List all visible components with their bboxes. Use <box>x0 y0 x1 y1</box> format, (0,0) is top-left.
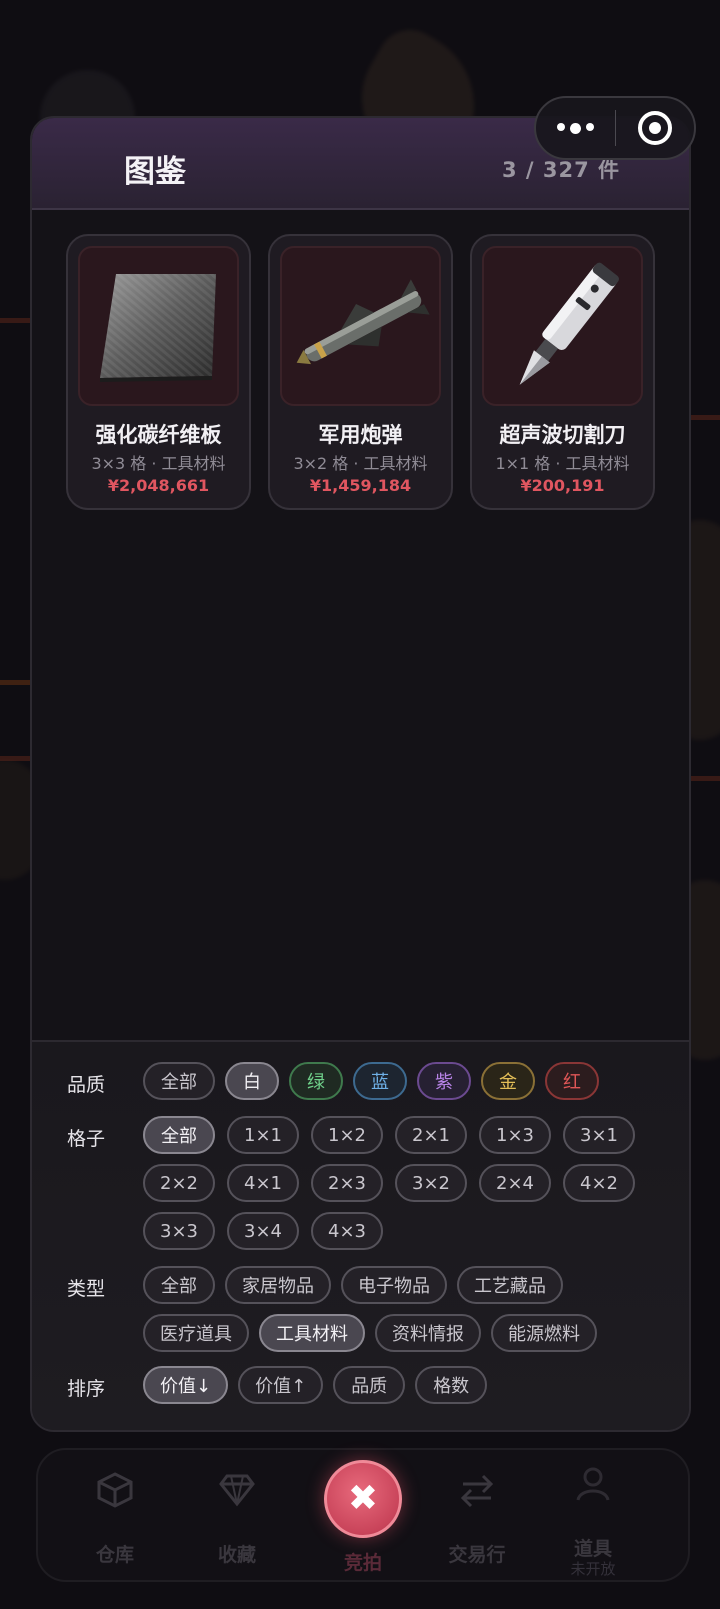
close-miniprogram-icon[interactable] <box>616 111 695 145</box>
grid-chip-4x1[interactable]: 4×1 <box>227 1164 299 1202</box>
filter-label-grid: 格子 <box>67 1128 106 1150</box>
item-name: 强化碳纤维板 <box>95 423 222 447</box>
item-card[interactable]: 强化碳纤维板 3×3 格 · 工具材料 ¥2,048,661 <box>66 234 251 510</box>
grid-chip-1x3[interactable]: 1×3 <box>479 1116 551 1154</box>
grid-chip-2x2[interactable]: 2×2 <box>143 1164 215 1202</box>
grid-chip-4x3[interactable]: 4×3 <box>311 1212 383 1250</box>
type-chips: 全部 家居物品 电子物品 工艺藏品 医疗道具 工具材料 资料情报 能源燃料 <box>143 1266 653 1352</box>
grid-chip-2x4[interactable]: 2×4 <box>479 1164 551 1202</box>
item-price: ¥1,459,184 <box>309 476 412 495</box>
sort-chip-size[interactable]: 格数 <box>415 1366 488 1404</box>
nav-trade[interactable]: 交易行 <box>422 1450 532 1584</box>
exchange-icon <box>460 1474 494 1508</box>
type-chip-electronics[interactable]: 电子物品 <box>341 1266 447 1304</box>
carbon-plate-icon <box>78 246 239 406</box>
grid-chip-4x2[interactable]: 4×2 <box>563 1164 635 1202</box>
quality-chip-red[interactable]: 红 <box>545 1062 599 1100</box>
sort-chip-quality[interactable]: 品质 <box>333 1366 406 1404</box>
missile-icon <box>280 246 441 406</box>
quality-chips: 全部 白 绿 蓝 紫 金 红 <box>143 1062 653 1100</box>
grid-chip-3x3[interactable]: 3×3 <box>143 1212 215 1250</box>
user-icon <box>576 1467 610 1501</box>
sort-chip-value-desc[interactable]: 价值↓ <box>143 1366 229 1404</box>
page-title: 图鉴 <box>124 154 186 190</box>
sort-chips: 价值↓ 价值↑ 品质 格数 <box>143 1366 653 1404</box>
type-chip-intel[interactable]: 资料情报 <box>375 1314 481 1352</box>
quality-chip-all[interactable]: 全部 <box>143 1062 215 1100</box>
filter-label-quality: 品质 <box>67 1074 106 1096</box>
close-auction-button[interactable]: ✖ <box>324 1460 402 1538</box>
nav-collection[interactable]: 收藏 <box>182 1450 292 1584</box>
quality-chip-blue[interactable]: 蓝 <box>353 1062 407 1100</box>
nav-label-trade: 交易行 <box>448 1544 506 1566</box>
more-options-icon[interactable] <box>536 122 615 134</box>
item-meta: 1×1 格 · 工具材料 <box>495 454 630 473</box>
ultrasonic-cutter-icon <box>482 246 643 406</box>
nav-label-collection: 收藏 <box>217 1544 256 1566</box>
item-meta: 3×2 格 · 工具材料 <box>293 454 428 473</box>
nav-label-items: 道具 <box>573 1538 612 1560</box>
nav-label-warehouse: 仓库 <box>95 1544 134 1566</box>
item-grid: 强化碳纤维板 3×3 格 · 工具材料 ¥2,048,661 军用炮弹 3×2 … <box>66 234 666 510</box>
grid-chip-1x1[interactable]: 1×1 <box>227 1116 299 1154</box>
grid-chip-2x3[interactable]: 2×3 <box>311 1164 383 1202</box>
type-chip-household[interactable]: 家居物品 <box>225 1266 331 1304</box>
catalog-panel: 图鉴 3 / 327 件 强化碳纤维板 3×3 格 · 工具材料 ¥2,048,… <box>30 116 691 1432</box>
quality-chip-gold[interactable]: 金 <box>481 1062 535 1100</box>
box-icon <box>97 1472 133 1508</box>
quality-chip-white[interactable]: 白 <box>225 1062 279 1100</box>
grid-chip-3x2[interactable]: 3×2 <box>395 1164 467 1202</box>
quality-chip-green[interactable]: 绿 <box>289 1062 343 1100</box>
quality-chip-purple[interactable]: 紫 <box>417 1062 471 1100</box>
nav-warehouse[interactable]: 仓库 <box>60 1450 170 1584</box>
type-chip-all[interactable]: 全部 <box>143 1266 215 1304</box>
item-meta: 3×3 格 · 工具材料 <box>91 454 226 473</box>
close-icon: ✖ <box>347 1478 379 1519</box>
grid-chips: 全部 1×1 1×2 2×1 1×3 3×1 2×2 4×1 2×3 3×2 2… <box>143 1116 653 1250</box>
item-card[interactable]: 超声波切割刀 1×1 格 · 工具材料 ¥200,191 <box>470 234 655 510</box>
type-chip-tools[interactable]: 工具材料 <box>259 1314 365 1352</box>
type-chip-crafts[interactable]: 工艺藏品 <box>457 1266 563 1304</box>
nav-items[interactable]: 道具 未开放 <box>538 1450 648 1584</box>
item-name: 超声波切割刀 <box>499 423 626 447</box>
bottom-nav: 仓库 收藏 ✖ 竞拍 交易行 道具 未开放 <box>36 1448 690 1582</box>
item-name: 军用炮弹 <box>318 423 403 447</box>
grid-chip-3x4[interactable]: 3×4 <box>227 1212 299 1250</box>
grid-chip-3x1[interactable]: 3×1 <box>563 1116 635 1154</box>
filter-panel: 品质 全部 白 绿 蓝 紫 金 红 格子 全部 1×1 1×2 2×1 1×3 … <box>32 1040 689 1430</box>
nav-label-items-status: 未开放 <box>570 1560 616 1578</box>
diamond-icon <box>219 1474 255 1507</box>
grid-chip-2x1[interactable]: 2×1 <box>395 1116 467 1154</box>
filter-label-sort: 排序 <box>67 1378 106 1400</box>
item-card[interactable]: 军用炮弹 3×2 格 · 工具材料 ¥1,459,184 <box>268 234 453 510</box>
item-price: ¥200,191 <box>520 476 605 495</box>
grid-chip-1x2[interactable]: 1×2 <box>311 1116 383 1154</box>
type-chip-medical[interactable]: 医疗道具 <box>143 1314 249 1352</box>
item-price: ¥2,048,661 <box>107 476 210 495</box>
type-chip-energy[interactable]: 能源燃料 <box>491 1314 597 1352</box>
filter-label-type: 类型 <box>67 1278 106 1300</box>
miniprogram-capsule <box>534 96 696 160</box>
sort-chip-value-asc[interactable]: 价值↑ <box>238 1366 324 1404</box>
grid-chip-all[interactable]: 全部 <box>143 1116 215 1154</box>
nav-label-auction: 竞拍 <box>343 1552 382 1574</box>
